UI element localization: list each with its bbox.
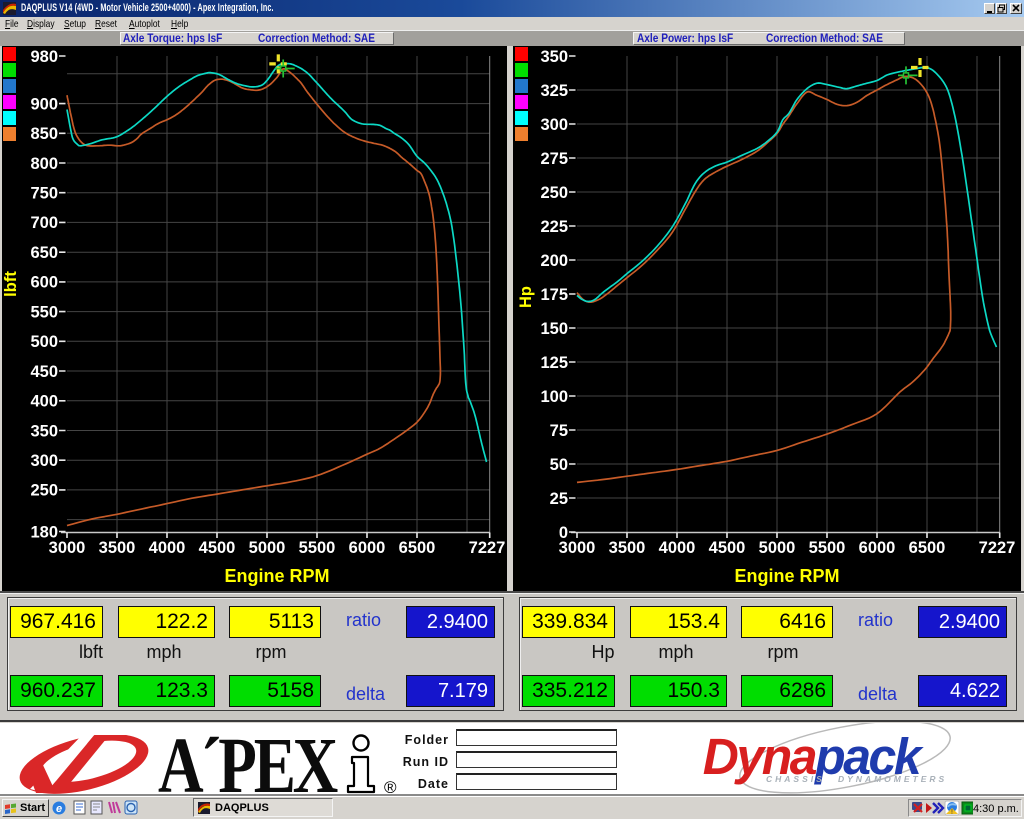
svg-text:550: 550: [30, 303, 58, 321]
svg-text:750: 750: [30, 185, 58, 203]
svg-text:50: 50: [550, 456, 568, 474]
svg-text:5500: 5500: [809, 539, 846, 557]
svg-text:3000: 3000: [559, 539, 596, 557]
svg-text:225: 225: [540, 218, 568, 236]
svg-text:300: 300: [30, 452, 58, 470]
svg-text:Engine RPM: Engine RPM: [734, 566, 839, 586]
svg-text:lbft: lbft: [2, 271, 20, 297]
svg-text:450: 450: [30, 363, 58, 381]
svg-text:175: 175: [540, 286, 568, 304]
svg-text:980: 980: [30, 48, 58, 66]
svg-text:3500: 3500: [609, 539, 646, 557]
svg-text:250: 250: [30, 482, 58, 500]
svg-text:5500: 5500: [299, 539, 336, 557]
svg-text:3000: 3000: [49, 539, 86, 557]
svg-text:900: 900: [30, 95, 58, 113]
svg-text:150: 150: [540, 320, 568, 338]
svg-text:125: 125: [540, 354, 568, 372]
svg-text:100: 100: [540, 388, 568, 406]
svg-text:6000: 6000: [859, 539, 896, 557]
svg-text:200: 200: [540, 252, 568, 270]
svg-text:Engine RPM: Engine RPM: [224, 566, 329, 586]
svg-text:Hp: Hp: [517, 286, 535, 308]
svg-text:325: 325: [540, 82, 568, 100]
svg-text:6500: 6500: [399, 539, 436, 557]
svg-text:5000: 5000: [249, 539, 286, 557]
svg-text:DYNAMOMETERS: DYNAMOMETERS: [838, 774, 947, 784]
svg-text:6500: 6500: [909, 539, 946, 557]
svg-text:4500: 4500: [709, 539, 746, 557]
svg-text:7227: 7227: [469, 539, 506, 557]
svg-text:CHASSIS: CHASSIS: [766, 774, 825, 784]
svg-text:e: e: [56, 803, 62, 815]
svg-text:5000: 5000: [759, 539, 796, 557]
svg-text:300: 300: [540, 116, 568, 134]
svg-text:500: 500: [30, 333, 58, 351]
svg-text:6000: 6000: [349, 539, 386, 557]
svg-text:800: 800: [30, 155, 58, 173]
svg-text:4500: 4500: [199, 539, 236, 557]
svg-text:400: 400: [30, 393, 58, 411]
svg-text:75: 75: [550, 422, 568, 440]
svg-text:4000: 4000: [659, 539, 696, 557]
svg-text:350: 350: [30, 422, 58, 440]
svg-text:650: 650: [30, 244, 58, 262]
svg-text:3500: 3500: [99, 539, 136, 557]
svg-text:350: 350: [540, 48, 568, 66]
svg-text:700: 700: [30, 214, 58, 232]
svg-text:4000: 4000: [149, 539, 186, 557]
svg-text:275: 275: [540, 150, 568, 168]
svg-text:7227: 7227: [979, 539, 1016, 557]
svg-text:25: 25: [550, 490, 568, 508]
svg-text:850: 850: [30, 125, 58, 143]
svg-text:250: 250: [540, 184, 568, 202]
svg-text:600: 600: [30, 274, 58, 292]
svg-text:!: !: [951, 809, 953, 816]
